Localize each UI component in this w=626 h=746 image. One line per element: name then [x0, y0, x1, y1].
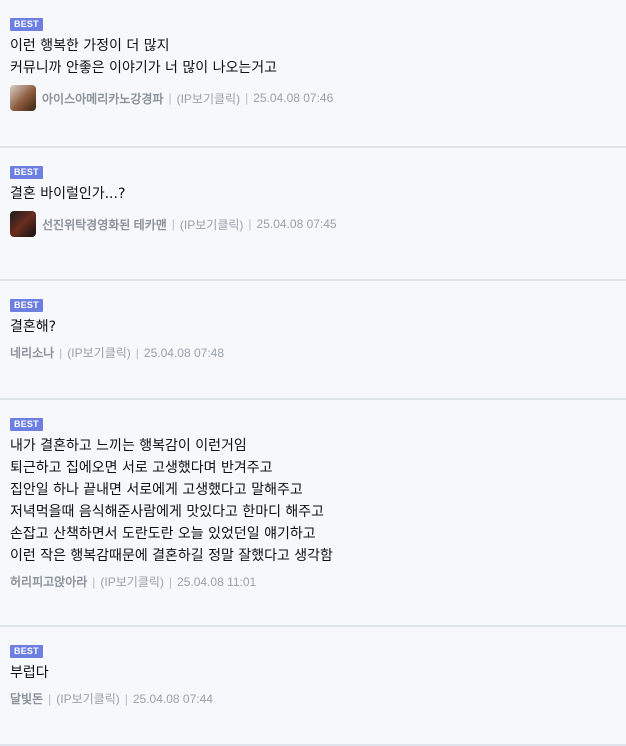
- best-badge: BEST: [10, 299, 43, 312]
- comment-item: BEST 결혼해? 네리소나 | (IP보기클릭) | 25.04.08 07:…: [0, 281, 626, 400]
- comment-meta: 달빛돈 | (IP보기클릭) | 25.04.08 07:44: [10, 690, 616, 707]
- meta-separator: |: [248, 217, 252, 231]
- meta-separator: |: [92, 574, 96, 589]
- comment-text-line: 손잡고 산책하면서 도란도란 오늘 있었던일 얘기하고: [10, 526, 316, 542]
- comment-item: BEST 내가 결혼하고 느끼는 행복감이 이런거임 퇴근하고 집에오면 서로 …: [0, 400, 626, 627]
- meta-separator: |: [171, 217, 175, 231]
- comment-text-line: 부럽다: [10, 665, 49, 681]
- comment-text-line: 결혼 바이럴인가...?: [10, 186, 126, 202]
- comment-text-line: 이런 행복한 가정이 더 많지: [10, 38, 170, 54]
- comment-meta: 아이스아메리카노강경파 | (IP보기클릭) | 25.04.08 07:46: [10, 85, 616, 111]
- best-badge: BEST: [10, 418, 43, 431]
- chocolate-drink-avatar-icon[interactable]: [10, 85, 36, 111]
- comment-text-line: 내가 결혼하고 느끼는 행복감이 이런거임: [10, 438, 247, 454]
- comment-text-line: 결혼해?: [10, 319, 57, 335]
- comment-timestamp: 25.04.08 07:46: [253, 91, 334, 105]
- comment-meta: 허리피고앉아라 | (IP보기클릭) | 25.04.08 11:01: [10, 573, 616, 590]
- ip-view-link[interactable]: (IP보기클릭): [180, 216, 244, 233]
- comment-text-line: 퇴근하고 집에오면 서로 고생했다며 반겨주고: [10, 460, 273, 476]
- comment-text-line: 커뮤니까 안좋은 이야기가 너 많이 나오는거고: [10, 60, 277, 76]
- best-badge: BEST: [10, 18, 43, 31]
- meta-separator: |: [168, 91, 172, 105]
- comment-timestamp: 25.04.08 07:44: [132, 691, 213, 706]
- author-nickname[interactable]: 아이스아메리카노강경파: [42, 90, 163, 107]
- comment-timestamp: 25.04.08 11:01: [177, 574, 257, 589]
- comment-item: BEST 이런 행복한 가정이 더 많지 커뮤니까 안좋은 이야기가 너 많이 …: [0, 0, 626, 148]
- dark-figure-avatar-icon[interactable]: [10, 211, 36, 237]
- ip-view-link[interactable]: (IP보기클릭): [177, 90, 241, 107]
- meta-separator: |: [135, 345, 139, 360]
- comment-timestamp: 25.04.08 07:48: [143, 345, 224, 360]
- comment-text-line: 이런 작은 행복감때문에 결혼하길 정말 잘했다고 생각함: [10, 548, 333, 564]
- meta-separator: |: [48, 691, 52, 706]
- author-nickname[interactable]: 허리피고앉아라: [10, 573, 87, 590]
- comment-meta: 네리소나 | (IP보기클릭) | 25.04.08 07:48: [10, 344, 616, 361]
- author-nickname[interactable]: 네리소나: [10, 344, 54, 361]
- comment-item: BEST 결혼 바이럴인가...? 선진위탁경영화된 테카맨 | (IP보기클릭…: [0, 148, 626, 281]
- comment-item: BEST 부럽다 달빛돈 | (IP보기클릭) | 25.04.08 07:44: [0, 627, 626, 746]
- best-badge: BEST: [10, 645, 43, 658]
- meta-separator: |: [124, 691, 128, 706]
- meta-separator: |: [168, 574, 173, 589]
- meta-separator: |: [245, 91, 249, 105]
- comment-timestamp: 25.04.08 07:45: [256, 217, 337, 231]
- ip-view-link[interactable]: (IP보기클릭): [56, 690, 120, 707]
- author-nickname[interactable]: 선진위탁경영화된 테카맨: [42, 216, 167, 233]
- ip-view-link[interactable]: (IP보기클릭): [100, 573, 164, 590]
- comment-meta: 선진위탁경영화된 테카맨 | (IP보기클릭) | 25.04.08 07:45: [10, 211, 616, 237]
- author-nickname[interactable]: 달빛돈: [10, 690, 43, 707]
- comment-text-line: 저녁먹을때 음식해준사람에게 맛있다고 한마디 해주고: [10, 504, 325, 520]
- comment-text-line: 집안일 하나 끝내면 서로에게 고생했다고 말해주고: [10, 482, 303, 498]
- ip-view-link[interactable]: (IP보기클릭): [67, 344, 131, 361]
- meta-separator: |: [59, 345, 63, 360]
- best-badge: BEST: [10, 166, 43, 179]
